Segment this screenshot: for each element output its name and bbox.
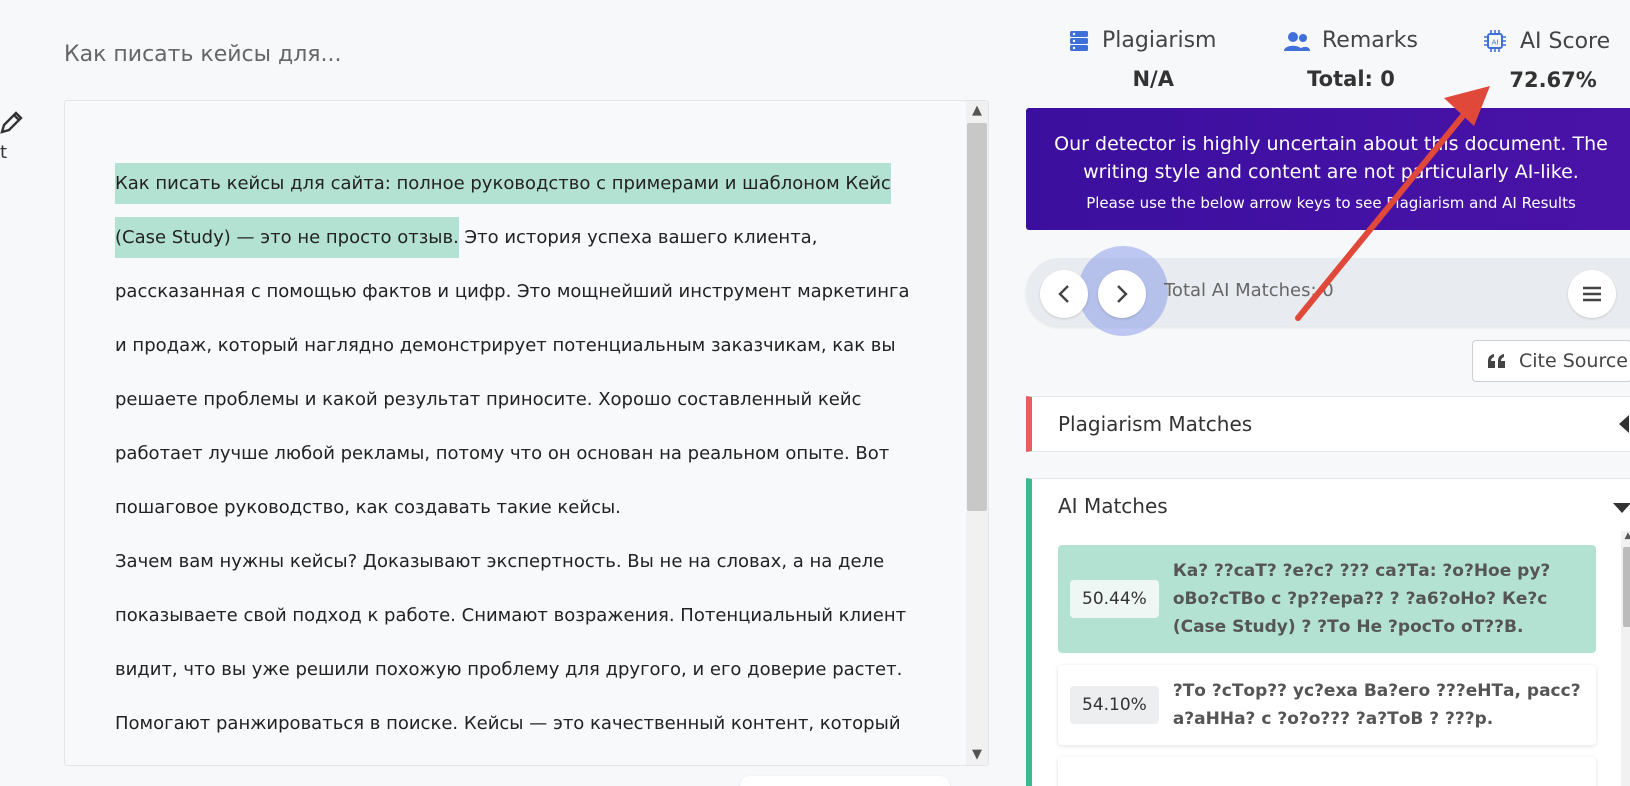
banner-subtext: Please use the below arrow keys to see P… — [1086, 194, 1576, 212]
previous-match-button[interactable] — [1040, 270, 1088, 318]
svg-text:AI: AI — [1492, 39, 1499, 47]
ai-matches-header[interactable]: AI Matches — [1032, 479, 1630, 533]
paragraph-text: Это история успеха вашего клиента, расск… — [115, 227, 910, 518]
document-title: Как писать кейсы для... — [64, 42, 342, 67]
pencil-icon — [0, 111, 23, 134]
ai-match-item[interactable]: 50.44% Ка? ??саТ? ?е?с? ??? са?Та: ?о?Но… — [1058, 545, 1596, 653]
plagiarism-matches-section[interactable]: Plagiarism Matches — [1026, 396, 1630, 452]
match-text: ?То ?сТор?? ус?еха Ва?его ???еНТа, расс?… — [1172, 681, 1581, 729]
ai-match-item[interactable] — [1058, 757, 1596, 786]
remarks-stat[interactable]: Remarks Total: 0 — [1284, 28, 1418, 91]
document-text: Как писать кейсы для сайта: полное руков… — [115, 157, 925, 765]
scroll-up-icon[interactable]: ▲ — [966, 101, 988, 121]
ai-score-value: 72.67% — [1509, 68, 1597, 92]
plagiarism-stat[interactable]: Plagiarism N/A — [1068, 28, 1216, 91]
caret-left-icon — [1619, 415, 1629, 433]
ai-matches-title: AI Matches — [1058, 494, 1168, 518]
match-percentage: 54.10% — [1070, 686, 1159, 724]
ai-matches-scrollbar[interactable]: ▲ — [1621, 531, 1630, 786]
ai-matches-list: 50.44% Ка? ??саТ? ?е?с? ??? са?Та: ?о?Но… — [1058, 545, 1596, 786]
users-icon — [1284, 31, 1310, 51]
chevron-right-icon — [1117, 285, 1128, 303]
ai-score-label: AI Score — [1520, 28, 1611, 54]
document-panel: Как писать кейсы для сайта: полное руков… — [64, 100, 989, 766]
banner-message: Our detector is highly uncertain about t… — [1054, 133, 1608, 183]
bottom-control[interactable] — [740, 776, 950, 786]
ai-matches-section[interactable]: AI Matches 50.44% Ка? ??саТ? ?е?с? ??? с… — [1026, 478, 1630, 786]
caret-down-icon — [1613, 503, 1630, 513]
remarks-label: Remarks — [1322, 28, 1418, 53]
match-text: Ка? ??саТ? ?е?с? ??? са?Та: ?о?Ное ру?оВ… — [1172, 561, 1551, 637]
scroll-thumb[interactable] — [967, 123, 987, 511]
plagiarism-matches-header[interactable]: Plagiarism Matches — [1032, 397, 1630, 451]
hamburger-icon — [1583, 286, 1601, 302]
paragraph: Зачем вам нужны кейсы? Доказывают экспер… — [115, 551, 907, 734]
ai-chip-icon: AI — [1484, 30, 1506, 52]
scroll-thumb[interactable] — [1623, 547, 1630, 627]
remarks-value: Total: 0 — [1307, 67, 1395, 91]
ai-score-stat[interactable]: AI AI Score 72.67% — [1482, 28, 1610, 92]
ai-match-count: Total AI Matches: 0 — [1164, 280, 1334, 301]
edit-button[interactable]: lit — [0, 108, 24, 163]
match-navigation: Total AI Matches: 0 — [1026, 246, 1630, 336]
scroll-down-icon[interactable]: ▼ — [966, 745, 988, 765]
next-match-button[interactable] — [1098, 270, 1146, 318]
chevron-left-icon — [1058, 285, 1069, 303]
paragraph: Как писать кейсы для сайта: полное руков… — [115, 157, 925, 535]
quote-icon — [1488, 354, 1505, 368]
plagiarism-label: Plagiarism — [1102, 28, 1217, 53]
cite-source-button[interactable]: Cite Source — [1472, 340, 1630, 382]
menu-button[interactable] — [1568, 270, 1616, 318]
match-percentage: 50.44% — [1070, 580, 1159, 618]
edit-label: lit — [0, 142, 8, 163]
plagiarism-matches-title: Plagiarism Matches — [1058, 412, 1253, 436]
plagiarism-value: N/A — [1132, 67, 1174, 91]
ai-match-item[interactable]: 54.10% ?То ?сТор?? ус?еха Ва?его ???еНТа… — [1058, 665, 1596, 745]
document-scrollbar[interactable]: ▲ ▼ — [966, 101, 988, 765]
detector-banner: Our detector is highly uncertain about t… — [1026, 108, 1630, 230]
server-icon — [1070, 30, 1088, 51]
scroll-up-icon[interactable]: ▲ — [1621, 531, 1630, 541]
cite-source-label: Cite Source — [1519, 350, 1628, 372]
